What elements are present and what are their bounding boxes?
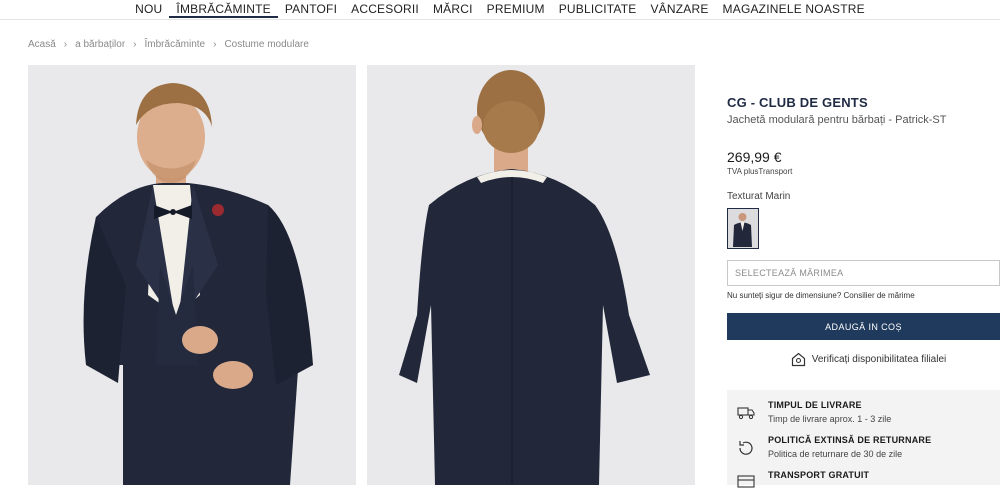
color-label: Texturat Marin (727, 191, 791, 202)
breadcrumb-men[interactable]: a bărbaților (75, 39, 125, 50)
store-icon (791, 352, 805, 367)
add-to-cart-button[interactable]: ADAUGĂ IN COȘ (727, 313, 1000, 340)
store-check-label: Verificați disponibilitatea filialei (811, 354, 947, 365)
truck-icon (737, 407, 755, 420)
product-brand[interactable]: CG - CLUB DE GENTS (727, 95, 1000, 110)
product-image-back[interactable] (367, 65, 695, 485)
product-price: 269,99 € (727, 149, 782, 165)
product-image-front[interactable] (28, 65, 356, 485)
breadcrumb-clothing[interactable]: Îmbrăcăminte (145, 39, 206, 50)
chevron-right-icon: › (133, 39, 137, 50)
product-name: Jachetă modulară pentru bărbați - Patric… (727, 114, 947, 126)
nav-item-vanzare[interactable]: VÂNZARE (643, 0, 715, 19)
perk-description: Timp de livrare aprox. 1 - 3 zile (768, 414, 892, 424)
nav-item-magazine[interactable]: MAGAZINELE NOASTRE (716, 0, 872, 19)
nav-item-nou[interactable]: NOU (128, 0, 169, 19)
tax-prefix: TVA plus (727, 167, 759, 176)
perks-box: TIMPUL DE LIVRARE Timp de livrare aprox.… (727, 390, 1000, 488)
size-hint-text: Nu sunteți sigur de dimensiune? (727, 291, 844, 300)
shipping-link[interactable]: Transport (758, 167, 792, 176)
chevron-right-icon: › (63, 39, 68, 50)
perk-title: TIMPUL DE LIVRARE (768, 400, 862, 410)
check-store-availability-button[interactable]: Verificați disponibilitatea filialei (727, 352, 1000, 367)
perk-title: TRANSPORT GRATUIT (768, 470, 870, 480)
package-icon (737, 475, 755, 488)
return-icon (739, 441, 753, 455)
perk-title: POLITICĂ EXTINSĂ DE RETURNARE (768, 435, 932, 445)
nav-item-imbracaminte[interactable]: ÎMBRĂCĂMINTE (169, 0, 278, 18)
nav-item-marci[interactable]: MĂRCI (426, 0, 480, 19)
model-front-illustration (28, 65, 356, 485)
chevron-right-icon: › (213, 39, 217, 50)
top-navigation: NOU ÎMBRĂCĂMINTE PANTOFI ACCESORII MĂRCI… (0, 0, 1000, 20)
size-hint: Nu sunteți sigur de dimensiune? Consilie… (727, 291, 1000, 300)
model-back-illustration (367, 65, 695, 485)
breadcrumb-home[interactable]: Acasă (28, 39, 56, 50)
swatch-thumbnail (728, 209, 757, 247)
nav-item-publicitate[interactable]: PUBLICITATE (552, 0, 644, 19)
size-select[interactable]: SELECTEAZĂ MĂRIMEA (727, 260, 1000, 286)
color-swatch-selected[interactable] (727, 208, 759, 249)
perk-description: Politica de returnare de 30 de zile (768, 449, 903, 459)
nav-item-accesorii[interactable]: ACCESORII (344, 0, 426, 19)
product-info: CG - CLUB DE GENTS Jachetă modulară pent… (727, 95, 1000, 367)
tax-info: TVA plusTransport (727, 167, 1000, 176)
breadcrumb: Acasă › a bărbaților › Îmbrăcăminte › Co… (28, 39, 309, 50)
nav-item-premium[interactable]: PREMIUM (480, 0, 552, 19)
breadcrumb-modular-suits[interactable]: Costume modulare (224, 39, 308, 50)
size-advisor-link[interactable]: Consilier de mărime (844, 291, 915, 300)
nav-item-pantofi[interactable]: PANTOFI (278, 0, 344, 19)
